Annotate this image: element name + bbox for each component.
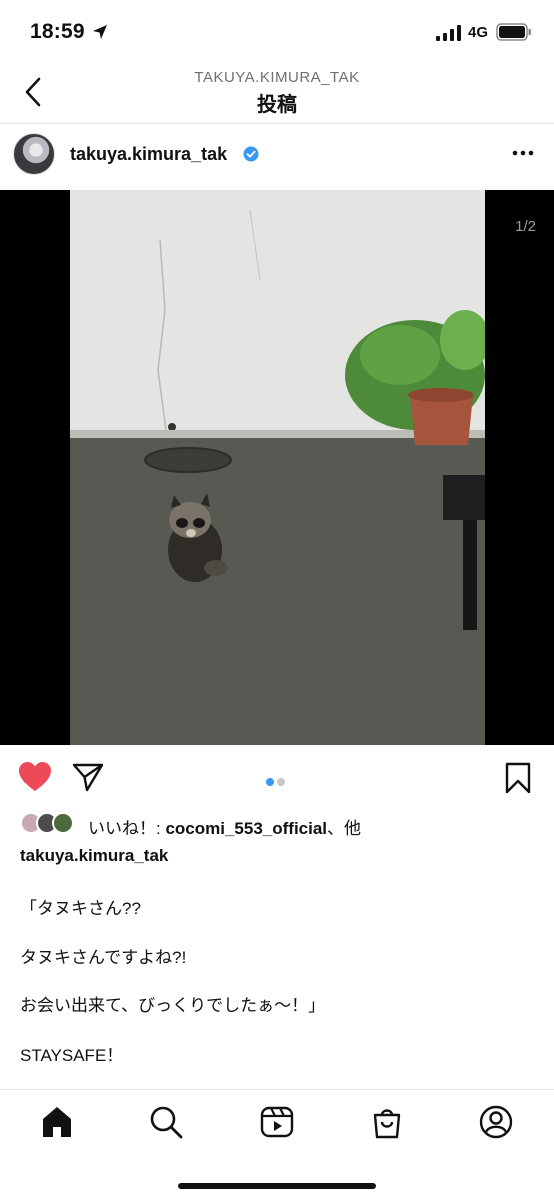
home-indicator[interactable] bbox=[178, 1183, 376, 1189]
more-options-icon[interactable] bbox=[508, 142, 538, 164]
search-icon[interactable] bbox=[148, 1104, 184, 1140]
carousel-dots bbox=[266, 773, 288, 791]
likes-suffix: 、他 bbox=[327, 819, 362, 838]
author-avatar[interactable] bbox=[13, 133, 55, 175]
location-arrow-icon bbox=[93, 25, 107, 39]
caption-author[interactable]: takuya.kimura_tak bbox=[20, 846, 168, 866]
caption-line: 「タヌキさん?? bbox=[20, 899, 141, 918]
shop-icon[interactable] bbox=[369, 1104, 405, 1140]
verified-badge-icon bbox=[243, 146, 259, 162]
account-handle: TAKUYA.KIMURA_TAK bbox=[194, 69, 360, 86]
post-author-row: takuya.kimura_tak bbox=[0, 124, 554, 190]
likes-prefix: いいね！: bbox=[88, 819, 166, 838]
post-actions bbox=[0, 745, 554, 811]
profile-icon[interactable] bbox=[478, 1104, 514, 1140]
carousel-dot-active bbox=[266, 778, 274, 786]
home-icon[interactable] bbox=[39, 1104, 75, 1140]
signal-icon bbox=[436, 25, 461, 41]
caption-line: タヌキさんですよね?! bbox=[20, 948, 187, 967]
caption-line: お会い出来て、びっくりでしたぁ〜！」 bbox=[20, 996, 326, 1015]
liked-by-user[interactable]: cocomi_553_official bbox=[165, 819, 327, 838]
status-bar: 18:59 4G bbox=[0, 0, 554, 66]
author-username[interactable]: takuya.kimura_tak bbox=[70, 144, 227, 165]
carousel-dot bbox=[277, 778, 285, 786]
post-media[interactable]: 1/2 bbox=[0, 190, 554, 745]
caption-line: STAYSAFE！ bbox=[20, 1046, 124, 1065]
battery-icon bbox=[496, 23, 531, 41]
network-label: 4G bbox=[468, 24, 489, 41]
likes-summary: いいね！: cocomi_553_official、他 bbox=[88, 814, 361, 839]
page-title: 投稿 bbox=[257, 94, 297, 116]
post-photo[interactable] bbox=[70, 190, 485, 745]
bookmark-icon[interactable] bbox=[503, 762, 533, 794]
share-paper-plane-icon[interactable] bbox=[72, 762, 104, 792]
image-counter: 1/2 bbox=[515, 218, 536, 235]
reels-icon[interactable] bbox=[259, 1104, 295, 1140]
liker-avatar bbox=[52, 812, 74, 834]
heart-icon[interactable] bbox=[18, 761, 52, 793]
post-header: TAKUYA.KIMURA_TAK 投稿 bbox=[0, 66, 554, 124]
status-time: 18:59 bbox=[30, 20, 85, 43]
